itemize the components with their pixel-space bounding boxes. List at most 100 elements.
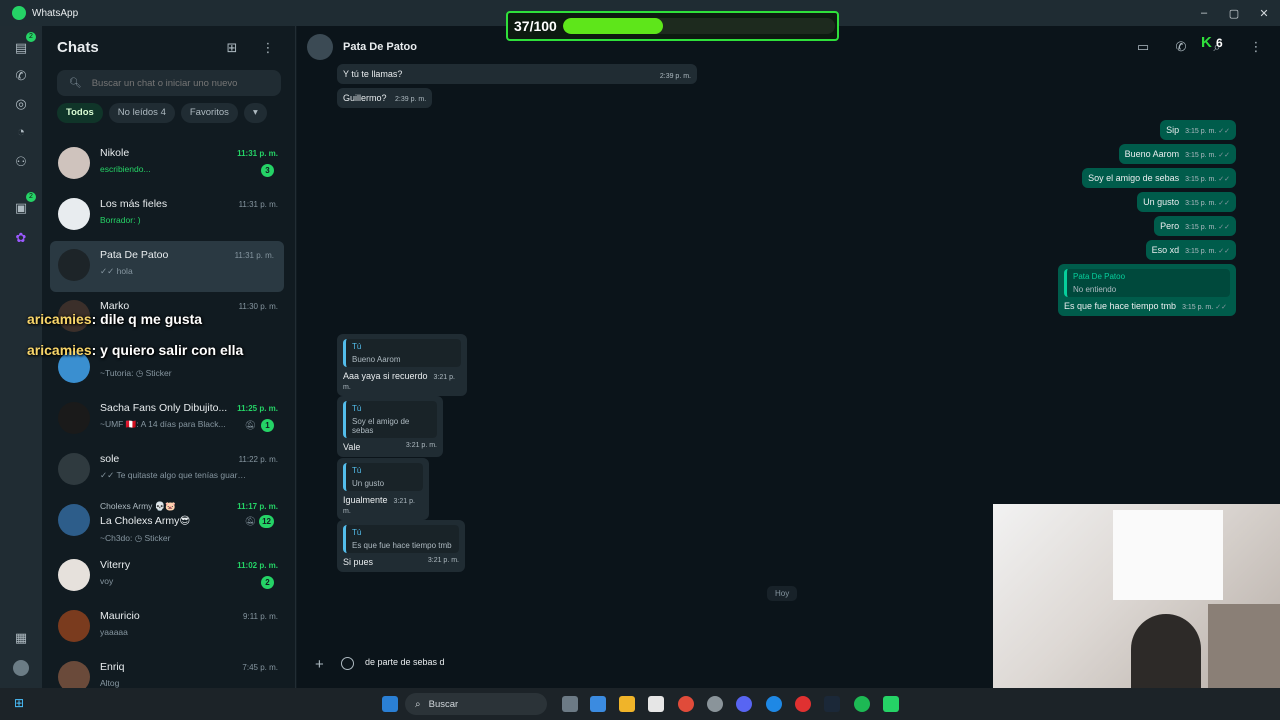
copilot-icon[interactable]	[590, 696, 606, 712]
message-incoming-reply[interactable]: Tú Un gusto Igualmente 3:21 p. m.	[337, 458, 429, 520]
channels-nav-icon[interactable]: ◔	[13, 124, 29, 140]
message-incoming-reply[interactable]: Tú Es que fue hace tiempo tmb Si pues 3:2…	[337, 520, 465, 572]
compose-icon[interactable]: ⊞	[224, 40, 240, 56]
chat-time: 11:02 p. m.	[237, 561, 278, 570]
kebab-icon[interactable]: ⋮	[1248, 39, 1264, 55]
message-outgoing[interactable]: Pero 3:15 p. m. ✓✓	[1154, 216, 1236, 236]
unread-badge: 12	[259, 515, 274, 528]
voice-call-icon[interactable]: ✆	[1173, 39, 1189, 55]
quoted-message[interactable]: Tú Un gusto	[343, 463, 423, 491]
filter-favorites[interactable]: Favoritos	[180, 103, 238, 123]
quoted-message[interactable]: Pata De Patoo No entiendo	[1064, 269, 1230, 297]
attach-plus-icon[interactable]: +	[315, 656, 324, 673]
chat-preview: ~UMF 🇵🇪: A 14 días para Black...	[100, 419, 226, 429]
message-text: Es que fue hace tiempo tmb	[1064, 301, 1177, 311]
chat-item[interactable]: Viterry voy 11:02 p. m. 2	[42, 551, 295, 602]
chrome-icon[interactable]	[678, 696, 694, 712]
quoted-text: Es que fue hace tiempo tmb	[352, 541, 452, 550]
chat-item[interactable]: Nikole escribiendo... 11:31 p. m. 3	[42, 139, 295, 190]
message-text: Igualmente	[343, 495, 388, 505]
message-text: Si pues	[343, 557, 374, 567]
meta-ai-icon[interactable]: ✿	[13, 230, 29, 246]
quoted-message[interactable]: Tú Bueno Aarom	[343, 339, 461, 367]
opera-icon[interactable]	[795, 696, 811, 712]
message-outgoing[interactable]: Un gusto 3:15 p. m. ✓✓	[1137, 192, 1236, 212]
message-time: 3:15 p. m.	[1185, 224, 1217, 231]
media-nav-icon[interactable]: ▦	[13, 630, 29, 646]
read-ticks-icon: ✓✓	[1215, 304, 1227, 311]
emoji-sticker-icon[interactable]	[341, 657, 354, 670]
mute-icon: 🔕︎	[244, 516, 256, 526]
avatar	[58, 661, 90, 688]
video-call-icon[interactable]: ▭	[1135, 39, 1151, 55]
discord-icon[interactable]	[736, 696, 752, 712]
message-incoming-reply[interactable]: Tú Bueno Aarom Aaa yaya si recuerdo 3:21 …	[337, 334, 467, 396]
chat-name: Sacha Fans Only Dibujito...	[100, 402, 228, 414]
quoted-message[interactable]: Tú Soy el amigo de sebas	[343, 401, 437, 438]
archive-nav-icon[interactable]: ▣	[13, 200, 29, 216]
kebab-icon[interactable]: ⋮	[260, 40, 276, 56]
whatsapp-taskbar-icon[interactable]	[883, 696, 899, 712]
chat-item[interactable]: Cholexs Army 💀🐷 La Cholexs Army😎 ~Ch3do:…	[42, 496, 295, 551]
status-nav-icon[interactable]: ◎	[13, 96, 29, 112]
quoted-text: Bueno Aarom	[352, 355, 401, 364]
chat-item-selected[interactable]: Pata De Patoo ✓✓ hola 11:31 p. m.	[50, 241, 284, 292]
goal-progress-fill	[562, 18, 664, 34]
chat-item[interactable]: sole ✓✓ Te quitaste algo que tenías guar…	[42, 445, 295, 496]
communities-nav-icon[interactable]: ⚇	[13, 154, 29, 170]
task-view-icon[interactable]	[562, 696, 578, 712]
message-text: Y tú te llamas?	[343, 69, 403, 79]
store-icon[interactable]	[648, 696, 664, 712]
chat-preview: Altog	[100, 678, 120, 688]
chat-preview: ~Tutoria: ◷ Sticker	[100, 368, 172, 378]
message-outgoing[interactable]: Soy el amigo de sebas 3:15 p. m. ✓✓	[1082, 168, 1236, 188]
chat-time: 7:45 p. m.	[242, 663, 278, 672]
contact-avatar[interactable]	[307, 34, 333, 60]
message-text: Eso xd	[1151, 245, 1180, 255]
avatar	[58, 453, 90, 485]
maximize-button[interactable]: ▢	[1218, 0, 1250, 26]
close-button[interactable]: ✕	[1248, 0, 1280, 26]
calls-nav-icon[interactable]: ✆	[13, 68, 29, 84]
search-bar[interactable]: 🔍︎	[57, 70, 281, 96]
message-outgoing-reply[interactable]: Pata De Patoo No entiendo Es que fue hac…	[1058, 264, 1236, 316]
spotify-icon[interactable]	[854, 696, 870, 712]
message-outgoing[interactable]: Eso xd 3:15 p. m. ✓✓	[1145, 240, 1236, 260]
message-outgoing[interactable]: Sip 3:15 p. m. ✓✓	[1160, 120, 1236, 140]
filter-all[interactable]: Todos	[57, 103, 103, 123]
chat-item[interactable]: Los más fieles Borrador: ) 11:31 p. m.	[42, 190, 295, 241]
obs-icon[interactable]	[707, 696, 723, 712]
quoted-message[interactable]: Tú Es que fue hace tiempo tmb	[343, 525, 459, 553]
message-text: Sip	[1166, 125, 1180, 135]
unread-badge: 3	[261, 164, 274, 177]
profile-avatar[interactable]	[13, 660, 29, 676]
chats-nav-icon[interactable]: ▤	[13, 40, 29, 56]
message-input[interactable]: de parte de sebas d	[365, 657, 445, 667]
message-time: 2:39 p. m.	[395, 96, 427, 103]
minimize-button[interactable]: –	[1188, 0, 1220, 26]
file-explorer-icon[interactable]	[619, 696, 635, 712]
message-time: 3:15 p. m.	[1185, 200, 1217, 207]
taskbar-search-label: Buscar	[428, 698, 459, 710]
message-outgoing[interactable]: Bueno Aarom 3:15 p. m. ✓✓	[1118, 144, 1236, 164]
search-input[interactable]	[91, 77, 272, 89]
chat-item[interactable]: Mauricio yaaaaa 9:11 p. m.	[42, 602, 295, 653]
message-incoming-reply[interactable]: Tú Soy el amigo de sebas Vale 3:21 p. m.	[337, 396, 443, 457]
filter-unread[interactable]: No leídos 4	[108, 103, 175, 123]
message-incoming[interactable]: Guillermo? 2:39 p. m.	[337, 88, 433, 108]
message-text: Guillermo?	[343, 93, 387, 103]
message-time: 3:15 p. m.	[1185, 248, 1217, 255]
chat-item[interactable]: Sacha Fans Only Dibujito... ~UMF 🇵🇪: A 1…	[42, 394, 295, 445]
kick-count: 6	[1216, 36, 1223, 50]
contact-name[interactable]: Pata De Patoo	[343, 41, 417, 53]
chat-item[interactable]: Enriq Altog 7:45 p. m.	[42, 653, 295, 688]
message-incoming[interactable]: Y tú te llamas? 2:39 p. m.	[337, 64, 697, 84]
windows-start-icon[interactable]: ⊞	[14, 696, 28, 710]
start-menu-icon[interactable]	[382, 696, 398, 712]
taskbar-search[interactable]: ⌕ Buscar	[405, 693, 547, 715]
read-ticks-icon: ✓✓	[1218, 224, 1230, 231]
edge-icon[interactable]	[766, 696, 782, 712]
filter-more[interactable]: ▾	[243, 103, 267, 123]
chat-name: Los más fieles	[100, 198, 168, 210]
steam-icon[interactable]	[824, 696, 840, 712]
